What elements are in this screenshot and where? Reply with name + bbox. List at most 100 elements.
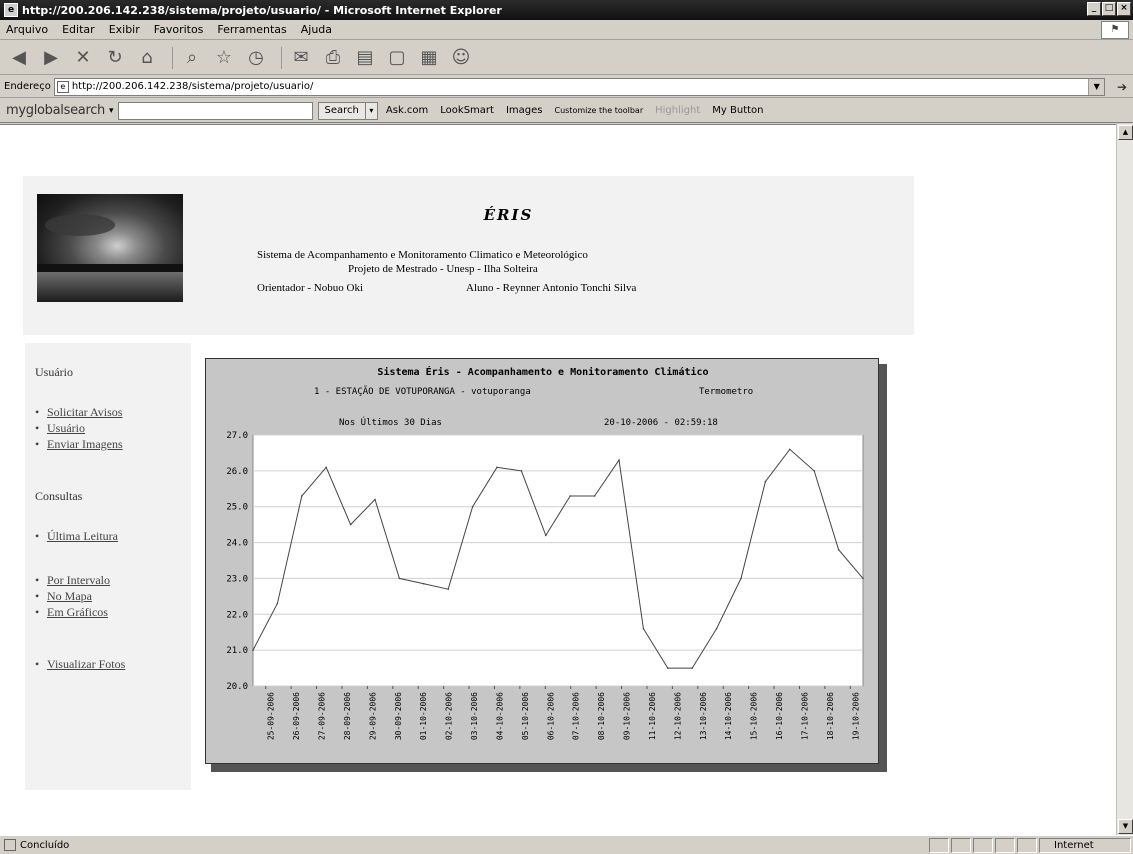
history-icon[interactable]: ◷ xyxy=(243,45,269,71)
toolbar-divider xyxy=(281,46,282,69)
link-looksmart[interactable]: LookSmart xyxy=(440,105,494,116)
data-point xyxy=(569,495,571,497)
data-point xyxy=(276,602,279,605)
window-controls: _ □ × xyxy=(1087,2,1131,16)
bullet-icon: • xyxy=(35,657,40,671)
x-tick-label: 06-10-2006 xyxy=(546,692,555,740)
sidebar-item-request[interactable]: • Solicitar Avisos xyxy=(35,405,122,420)
y-tick-label: 25.0 xyxy=(226,503,248,513)
x-tick-label: 11-10-2006 xyxy=(648,692,657,740)
home-icon[interactable]: ⌂ xyxy=(134,45,160,71)
refresh-icon[interactable]: ↻ xyxy=(102,45,128,71)
forward-icon[interactable]: ▶ xyxy=(38,45,64,71)
sidebar-item-label[interactable]: Enviar Imagens xyxy=(47,437,123,451)
sidebar-item-label[interactable]: Visualizar Fotos xyxy=(47,657,125,671)
window-titlebar: e http://200.206.142.238/sistema/projeto… xyxy=(0,0,1133,20)
data-point xyxy=(740,577,742,580)
edit-icon[interactable]: ▤ xyxy=(352,45,378,71)
vertical-scrollbar[interactable]: ▲ ▼ xyxy=(1116,124,1133,835)
menu-ajuda[interactable]: Ajuda xyxy=(301,23,332,36)
sidebar-item-label[interactable]: Usuário xyxy=(47,421,85,435)
x-tick-label: 26-09-2006 xyxy=(292,692,301,740)
toolbar-divider xyxy=(172,46,173,69)
x-tick-label: 07-10-2006 xyxy=(572,692,581,740)
research-icon[interactable]: ▦ xyxy=(416,45,442,71)
sidebar-item-map[interactable]: • No Mapa xyxy=(35,589,92,604)
link-highlight[interactable]: Highlight xyxy=(655,105,700,116)
x-tick-label: 05-10-2006 xyxy=(521,692,530,740)
chart-sensor: Termometro xyxy=(699,387,753,397)
data-point xyxy=(423,583,425,585)
data-point xyxy=(862,577,864,580)
x-tick-label: 16-10-2006 xyxy=(775,692,784,740)
bullet-icon: • xyxy=(35,529,40,543)
x-tick-label: 09-10-2006 xyxy=(623,692,632,740)
messenger-icon[interactable]: ☺ xyxy=(448,45,474,71)
favorites-star-icon[interactable]: ☆ xyxy=(211,45,237,71)
address-input[interactable]: e http://200.206.142.238/sistema/projeto… xyxy=(53,77,1106,96)
bullet-icon: • xyxy=(35,605,40,619)
menu-editar[interactable]: Editar xyxy=(62,23,95,36)
link-images[interactable]: Images xyxy=(506,105,543,116)
print-icon[interactable]: ⎙ xyxy=(320,45,346,71)
status-cell xyxy=(929,838,949,853)
sidebar-item-upload[interactable]: • Enviar Imagens xyxy=(35,437,123,452)
x-tick-label: 01-10-2006 xyxy=(419,692,428,740)
x-tick-label: 17-10-2006 xyxy=(800,692,809,740)
mail-icon[interactable]: ✉ xyxy=(288,45,314,71)
x-tick-label: 03-10-2006 xyxy=(470,692,479,740)
photo-water xyxy=(37,272,183,302)
go-arrow-icon[interactable]: ➔ xyxy=(1111,78,1133,96)
sidebar-item-last[interactable]: • Última Leitura xyxy=(35,529,118,544)
menu-exibir[interactable]: Exibir xyxy=(109,23,140,36)
menu-ferramentas[interactable]: Ferramentas xyxy=(217,23,286,36)
sidebar-item-interval[interactable]: • Por Intervalo xyxy=(35,573,110,588)
close-icon[interactable]: × xyxy=(1117,2,1131,16)
data-point xyxy=(398,577,401,580)
sidebar-item-label[interactable]: Por Intervalo xyxy=(47,573,110,587)
sidebar-item-label[interactable]: No Mapa xyxy=(47,589,92,603)
sidebar-item-charts[interactable]: • Em Gráficos xyxy=(35,605,108,620)
link-ask[interactable]: Ask.com xyxy=(386,105,428,116)
search-brand: myglobalsearch xyxy=(6,103,105,118)
maximize-icon[interactable]: □ xyxy=(1102,2,1116,16)
y-tick-label: 27.0 xyxy=(226,431,248,441)
chevron-down-icon[interactable]: ▾ xyxy=(109,106,114,116)
status-bar: Concluído Internet xyxy=(0,835,1133,854)
y-tick-label: 21.0 xyxy=(226,646,248,656)
link-my-button[interactable]: My Button xyxy=(712,105,763,116)
windows-logo-icon: ⚑ xyxy=(1101,21,1129,39)
search-toolbar: myglobalsearch ▾ Search ▾ Ask.com LookSm… xyxy=(0,99,1133,123)
sidebar-item-photos[interactable]: • Visualizar Fotos xyxy=(35,657,125,672)
sidebar-item-label[interactable]: Solicitar Avisos xyxy=(47,405,122,419)
address-label: Endereço xyxy=(4,81,51,92)
sidebar-item-label[interactable]: Em Gráficos xyxy=(47,605,108,619)
search-input[interactable] xyxy=(117,101,313,120)
x-tick-label: 13-10-2006 xyxy=(699,692,708,740)
chart-canvas: Sistema Éris - Acompanhamento e Monitora… xyxy=(226,365,864,740)
address-bar: Endereço e http://200.206.142.238/sistem… xyxy=(0,76,1133,98)
data-point xyxy=(593,495,596,497)
discuss-icon[interactable]: ▢ xyxy=(384,45,410,71)
chevron-down-icon[interactable]: ▾ xyxy=(365,101,378,120)
chevron-down-icon[interactable]: ▼ xyxy=(1088,78,1105,95)
data-point xyxy=(520,470,523,472)
sidebar-item-label[interactable]: Última Leitura xyxy=(47,529,118,543)
back-icon[interactable]: ◀ xyxy=(6,45,32,71)
search-button[interactable]: Search xyxy=(317,101,366,120)
minimize-icon[interactable]: _ xyxy=(1087,2,1101,16)
y-tick-label: 23.0 xyxy=(226,574,248,584)
menu-favoritos[interactable]: Favoritos xyxy=(154,23,204,36)
chart-title: Sistema Éris - Acompanhamento e Monitora… xyxy=(377,365,708,378)
menu-arquivo[interactable]: Arquivo xyxy=(6,23,48,36)
status-text: Concluído xyxy=(20,839,70,851)
scroll-up-icon[interactable]: ▲ xyxy=(1118,125,1133,140)
page-done-icon xyxy=(4,839,16,851)
sidebar-item-user[interactable]: • Usuário xyxy=(35,421,85,436)
stop-icon[interactable]: ✕ xyxy=(70,45,96,71)
link-customize[interactable]: Customize the toolbar xyxy=(554,106,643,115)
data-point xyxy=(545,534,547,537)
data-point xyxy=(667,667,669,669)
search-icon[interactable]: ⌕ xyxy=(179,45,205,71)
scroll-down-icon[interactable]: ▼ xyxy=(1118,819,1133,834)
